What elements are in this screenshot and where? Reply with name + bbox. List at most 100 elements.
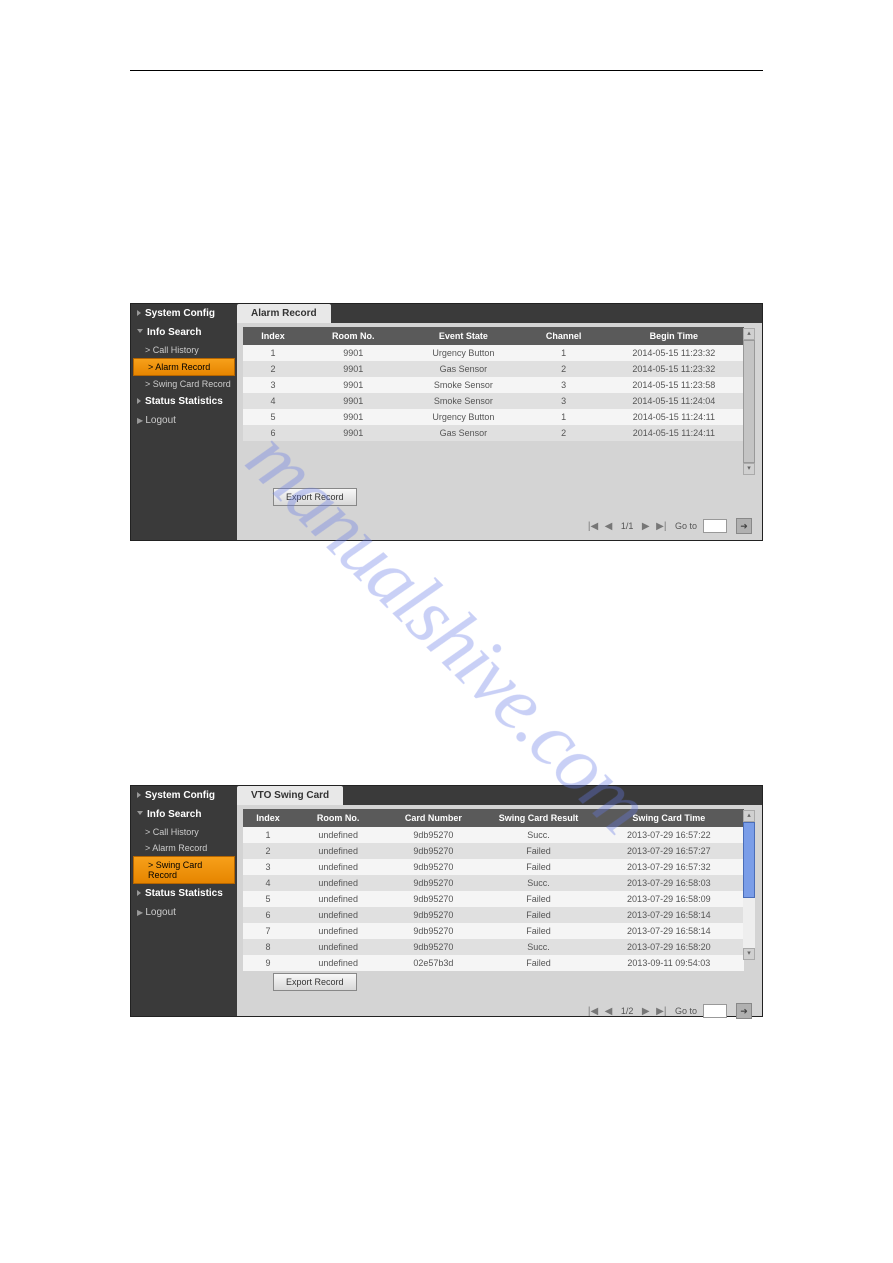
scroll-track[interactable]	[743, 340, 755, 463]
scrollbar[interactable]: ▴ ▾	[743, 328, 755, 475]
table-cell: 9901	[303, 377, 403, 393]
scroll-down-icon[interactable]: ▾	[743, 463, 755, 475]
table-cell: 2013-07-29 16:57:22	[594, 827, 744, 843]
sidebar-item-call-history[interactable]: Call History	[131, 824, 237, 840]
sidebar-status-statistics[interactable]: Status Statistics	[131, 392, 237, 411]
table-cell: 2	[524, 425, 604, 441]
export-record-button[interactable]: Export Record	[273, 973, 357, 991]
table-row[interactable]: 7undefined9db95270Failed2013-07-29 16:58…	[243, 923, 744, 939]
table-row[interactable]: 6undefined9db95270Failed2013-07-29 16:58…	[243, 907, 744, 923]
col-time: Swing Card Time	[594, 809, 744, 827]
table-row[interactable]: 4undefined9db95270Succ.2013-07-29 16:58:…	[243, 875, 744, 891]
table-row[interactable]: 3undefined9db95270Failed2013-07-29 16:57…	[243, 859, 744, 875]
table-cell: 3	[524, 377, 604, 393]
table-row[interactable]: 39901Smoke Sensor32014-05-15 11:23:58	[243, 377, 744, 393]
sidebar-item-swing-card-record[interactable]: Swing Card Record	[133, 856, 235, 884]
table-cell: 2013-07-29 16:57:32	[594, 859, 744, 875]
col-time: Begin Time	[604, 327, 744, 345]
scroll-down-icon[interactable]: ▾	[743, 948, 755, 960]
table-row[interactable]: 69901Gas Sensor22014-05-15 11:24:11	[243, 425, 744, 441]
sidebar-logout[interactable]: Logout	[131, 411, 237, 430]
table-row[interactable]: 59901Urgency Button12014-05-15 11:24:11	[243, 409, 744, 425]
table-cell: 2014-05-15 11:23:58	[604, 377, 744, 393]
page-next-icon[interactable]: ▶	[642, 1006, 650, 1017]
table-row[interactable]: 2undefined9db95270Failed2013-07-29 16:57…	[243, 843, 744, 859]
alarm-content-area: Alarm Record Index Room No. Event State …	[237, 304, 762, 540]
table-cell: 9db95270	[383, 939, 483, 955]
table-cell: 9	[243, 955, 293, 971]
table-row[interactable]: 19901Urgency Button12014-05-15 11:23:32	[243, 345, 744, 361]
table-cell: undefined	[293, 955, 383, 971]
table-cell: Gas Sensor	[403, 361, 523, 377]
page-first-icon[interactable]: |◀	[588, 521, 598, 532]
table-cell: 9db95270	[383, 923, 483, 939]
page-prev-icon[interactable]: ◀	[605, 1006, 613, 1017]
table-cell: 1	[524, 409, 604, 425]
button-row: Export Record	[273, 973, 762, 991]
table-cell: undefined	[293, 827, 383, 843]
sidebar-logout[interactable]: Logout	[131, 903, 237, 922]
table-row[interactable]: 49901Smoke Sensor32014-05-15 11:24:04	[243, 393, 744, 409]
table-cell: 2013-07-29 16:58:14	[594, 907, 744, 923]
page-next-icon[interactable]: ▶	[642, 521, 650, 532]
table-cell: 3	[243, 377, 303, 393]
table-cell: 1	[524, 345, 604, 361]
table-cell: Failed	[483, 859, 593, 875]
table-cell: 3	[243, 859, 293, 875]
sidebar-status-statistics[interactable]: Status Statistics	[131, 884, 237, 903]
scroll-up-icon[interactable]: ▴	[743, 810, 755, 822]
sidebar-item-alarm-record[interactable]: Alarm Record	[131, 840, 237, 856]
sidebar-item-alarm-record[interactable]: Alarm Record	[133, 358, 235, 376]
table-cell: 9901	[303, 409, 403, 425]
swing-card-panel: System Config Info Search Call History A…	[130, 785, 763, 1017]
page-last-icon[interactable]: ▶|	[656, 1006, 666, 1017]
sidebar-nav: System Config Info Search Call History A…	[131, 786, 237, 1016]
sidebar-system-config[interactable]: System Config	[131, 786, 237, 805]
table-cell: 8	[243, 939, 293, 955]
table-cell: 9db95270	[383, 875, 483, 891]
goto-input[interactable]	[703, 519, 727, 533]
table-row[interactable]: 1undefined9db95270Succ.2013-07-29 16:57:…	[243, 827, 744, 843]
scroll-track[interactable]	[743, 822, 755, 948]
goto-button[interactable]: ➜	[736, 518, 752, 534]
table-cell: Gas Sensor	[403, 425, 523, 441]
table-cell: undefined	[293, 923, 383, 939]
tab-alarm-record[interactable]: Alarm Record	[237, 304, 331, 323]
scrollbar[interactable]: ▴ ▾	[743, 810, 755, 960]
col-result: Swing Card Result	[483, 809, 593, 827]
sidebar-info-search[interactable]: Info Search	[131, 323, 237, 342]
tab-vto-swing-card[interactable]: VTO Swing Card	[237, 786, 343, 805]
scroll-thumb[interactable]	[743, 340, 755, 463]
table-cell: 7	[243, 923, 293, 939]
table-row[interactable]: 29901Gas Sensor22014-05-15 11:23:32	[243, 361, 744, 377]
sidebar-item-call-history[interactable]: Call History	[131, 342, 237, 358]
table-cell: 2014-05-15 11:24:04	[604, 393, 744, 409]
table-cell: undefined	[293, 875, 383, 891]
table-row[interactable]: 8undefined9db95270Succ.2013-07-29 16:58:…	[243, 939, 744, 955]
table-row[interactable]: 9undefined02e57b3dFailed2013-09-11 09:54…	[243, 955, 744, 971]
table-cell: undefined	[293, 891, 383, 907]
table-cell: 2013-07-29 16:57:27	[594, 843, 744, 859]
sidebar-system-config[interactable]: System Config	[131, 304, 237, 323]
table-cell: 2013-07-29 16:58:14	[594, 923, 744, 939]
goto-button[interactable]: ➜	[736, 1003, 752, 1019]
table-cell: 3	[524, 393, 604, 409]
table-row[interactable]: 5undefined9db95270Failed2013-07-29 16:58…	[243, 891, 744, 907]
page-prev-icon[interactable]: ◀	[605, 521, 613, 532]
sidebar-info-search[interactable]: Info Search	[131, 805, 237, 824]
table-cell: 9901	[303, 393, 403, 409]
table-cell: 4	[243, 393, 303, 409]
sidebar-item-swing-card-record[interactable]: Swing Card Record	[131, 376, 237, 392]
goto-input[interactable]	[703, 1004, 727, 1018]
page-first-icon[interactable]: |◀	[588, 1006, 598, 1017]
page-indicator: 1/2	[621, 1006, 634, 1016]
export-record-button[interactable]: Export Record	[273, 488, 357, 506]
table-cell: 2	[243, 361, 303, 377]
page-last-icon[interactable]: ▶|	[656, 521, 666, 532]
table-cell: 1	[243, 827, 293, 843]
table-cell: 2	[524, 361, 604, 377]
scroll-up-icon[interactable]: ▴	[743, 328, 755, 340]
table-cell: Succ.	[483, 827, 593, 843]
table-cell: Urgency Button	[403, 409, 523, 425]
scroll-thumb[interactable]	[743, 822, 755, 898]
